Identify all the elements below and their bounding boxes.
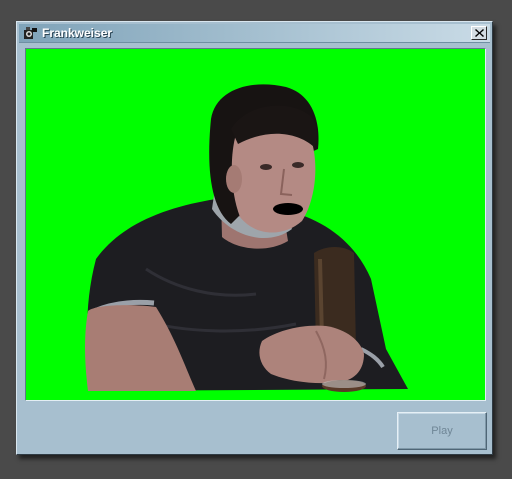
app-window: Frankweiser Play <box>16 21 493 455</box>
window-title: Frankweiser <box>42 26 113 40</box>
close-button[interactable] <box>471 26 487 40</box>
desktop: Frankweiser Play <box>0 0 512 479</box>
app-icon <box>24 27 37 39</box>
title-bar[interactable]: Frankweiser <box>19 24 490 43</box>
play-button[interactable]: Play <box>397 412 487 450</box>
video-frame-image <box>85 84 409 392</box>
video-display <box>25 48 486 401</box>
close-icon <box>474 29 484 37</box>
